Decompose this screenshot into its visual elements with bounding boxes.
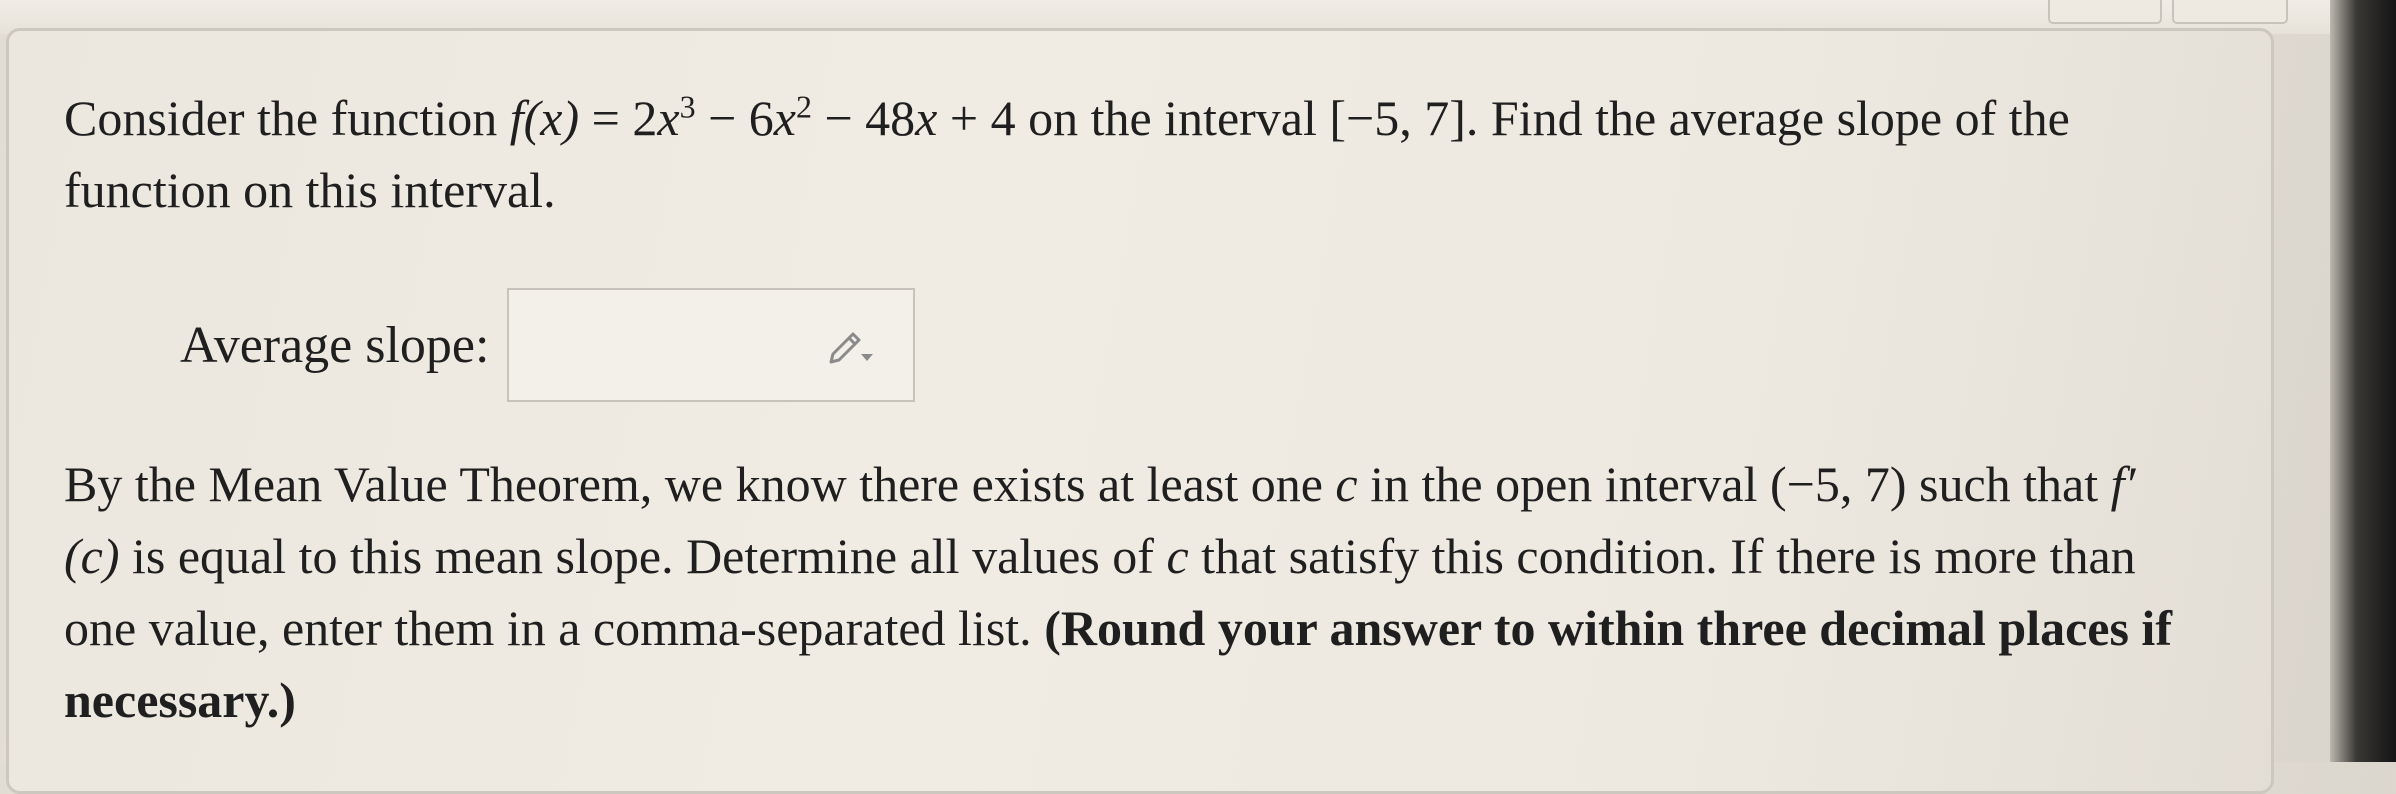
equation-part-2: − 6 xyxy=(695,90,774,146)
variable-x: x xyxy=(657,90,680,146)
variable-c: c xyxy=(1166,528,1189,584)
equation-part-3: − 48 xyxy=(811,90,916,146)
exponent-3: 3 xyxy=(679,88,696,125)
pencil-icon[interactable] xyxy=(827,324,877,368)
variable-x: x xyxy=(915,90,938,146)
function-name: f(x) xyxy=(509,90,580,146)
mvt-text: By the Mean Value Theorem, we know there… xyxy=(64,448,2184,736)
exponent-2: 2 xyxy=(795,88,812,125)
variable-c: c xyxy=(1335,456,1358,512)
mvt-text-part-3: is equal to this mean slope. Determine a… xyxy=(119,528,1167,584)
variable-x: x xyxy=(773,90,796,146)
corner-button-left[interactable] xyxy=(2048,0,2162,24)
mvt-text-part-1: By the Mean Value Theorem, we know there… xyxy=(64,456,1336,512)
device-edge xyxy=(2330,0,2396,762)
question-text: Consider the function f(x) = 2x3 − 6x2 −… xyxy=(64,82,2184,226)
mvt-text-part-2: in the open interval (−5, 7) such that xyxy=(1357,456,2111,512)
equation-part-1: = 2 xyxy=(579,90,658,146)
average-slope-row: Average slope: xyxy=(180,288,916,402)
question-text-start: Consider the function xyxy=(64,90,510,146)
average-slope-label: Average slope: xyxy=(180,316,490,374)
corner-button-right[interactable] xyxy=(2172,0,2288,24)
average-slope-input[interactable] xyxy=(507,288,916,402)
